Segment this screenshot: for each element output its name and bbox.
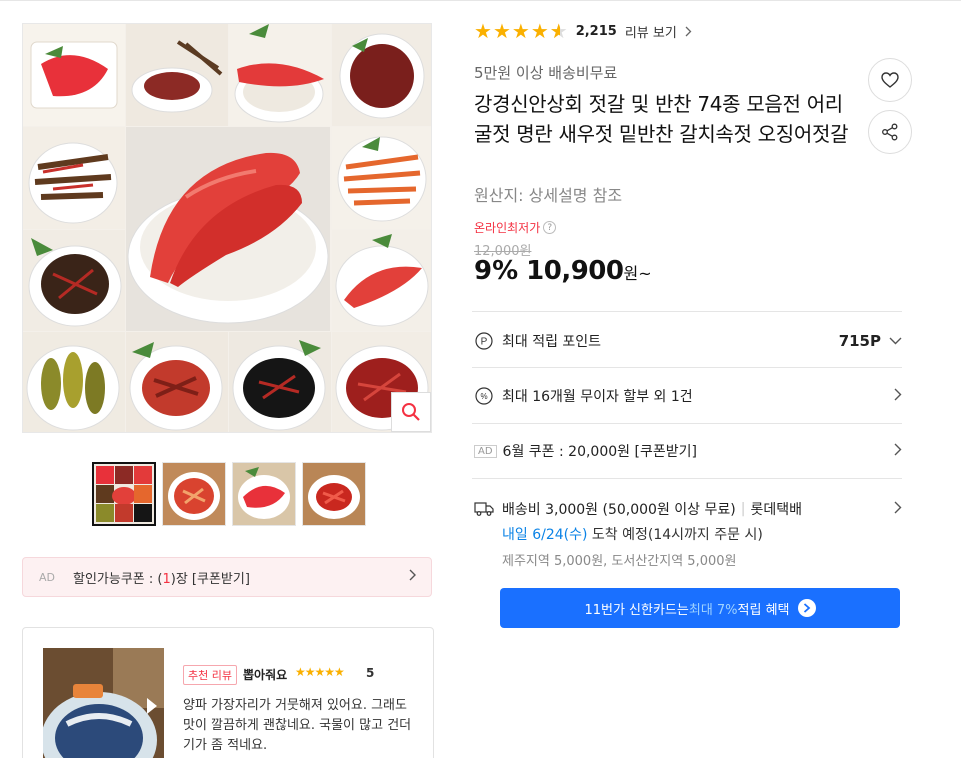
- svg-text:P: P: [481, 337, 488, 348]
- thumbnail-1[interactable]: [92, 462, 156, 526]
- chevron-right-icon: [894, 501, 902, 518]
- gallery-tile: [23, 127, 125, 229]
- divider: [472, 423, 902, 424]
- price-row: 9% 10,900 원~: [474, 256, 652, 286]
- review-count: 2,215: [575, 23, 617, 39]
- help-icon[interactable]: ?: [543, 221, 557, 234]
- chevron-right-icon: [409, 569, 417, 585]
- gallery-tile: [126, 332, 228, 432]
- ad-label: AD: [39, 570, 55, 584]
- gallery-tile: [126, 24, 228, 126]
- chevron-right-icon: [685, 22, 692, 41]
- product-image-gallery[interactable]: [22, 23, 432, 433]
- review-text: 양파 가장자리가 거뭇해져 있어요. 그래도 맛이 깔끔하게 괜찮네요. 국물이…: [183, 698, 412, 753]
- separator: |: [740, 501, 746, 517]
- max-points-label: 최대 적립 포인트: [502, 334, 602, 350]
- percent-icon: %: [474, 386, 494, 406]
- gallery-tile: [23, 24, 125, 126]
- june-coupon-row[interactable]: AD 6월 쿠폰 : 20,000원 [쿠폰받기]: [474, 440, 902, 462]
- arrival-date: 내일 6/24(수): [502, 527, 588, 543]
- star-icon: ★: [530, 19, 549, 43]
- coupon-count: 1: [162, 571, 171, 587]
- gallery-tile: [23, 332, 125, 432]
- shipping-fee-line: 배송비 3,000원 (50,000원 이상 무료) | 롯데택배: [474, 498, 902, 520]
- review-photo[interactable]: 2: [43, 648, 164, 758]
- zoom-button[interactable]: [391, 392, 431, 432]
- point-icon: P: [474, 331, 494, 351]
- online-lowest-price-label: 온라인최저가 ?: [474, 219, 557, 236]
- max-points-row[interactable]: P 최대 적립 포인트 715P: [474, 330, 902, 352]
- sale-price: 10,900: [526, 256, 624, 286]
- card-benefit-highlight: 최대 7%: [688, 602, 738, 618]
- installment-row[interactable]: % 최대 16개월 무이자 할부 외 1건: [474, 385, 902, 407]
- divider: [472, 367, 902, 368]
- gallery-main-image: [126, 127, 330, 331]
- divider: [472, 311, 902, 312]
- courier-name: 롯데택배: [750, 502, 802, 518]
- chevron-right-icon: [894, 443, 902, 460]
- chevron-down-icon: [889, 333, 902, 349]
- chevron-right-icon: [894, 388, 902, 405]
- product-origin: 원산지: 상세설명 참조: [474, 186, 623, 205]
- top-border: [0, 0, 961, 4]
- reviewer-name: 뽑아줘요: [243, 668, 288, 682]
- gallery-tile: [229, 24, 331, 126]
- arrow-right-icon: [797, 599, 816, 617]
- shipping-info[interactable]: 배송비 3,000원 (50,000원 이상 무료) | 롯데택배 내일 6/2…: [474, 498, 902, 569]
- star-icon: ★: [511, 19, 530, 43]
- like-button[interactable]: [868, 58, 912, 102]
- view-reviews-link[interactable]: 리뷰 보기: [625, 22, 677, 41]
- review-score: 5: [366, 666, 375, 680]
- recommended-review-badge: 추천 리뷰: [183, 665, 237, 685]
- thumbnail-4[interactable]: [302, 462, 366, 526]
- thumbnail-3[interactable]: [232, 462, 296, 526]
- shipping-fee: 배송비 3,000원 (50,000원 이상 무료): [502, 502, 736, 518]
- thumbnail-2[interactable]: [162, 462, 226, 526]
- star-icon: ★: [492, 19, 511, 43]
- zoom-icon: [402, 403, 420, 421]
- svg-text:%: %: [480, 392, 487, 401]
- share-button[interactable]: [868, 110, 912, 154]
- thumbnail-strip: [92, 462, 366, 526]
- gallery-tile: [332, 24, 431, 126]
- star-icon: ★: [474, 19, 492, 43]
- max-points-value: 715P: [838, 332, 881, 350]
- heart-icon: [881, 72, 899, 88]
- recommended-review-card[interactable]: 2 추천 리뷰 뽑아줘요 ★★★★★ 5 양파 가장자리가 거뭇해져 있어요. …: [22, 627, 434, 758]
- arrival-estimate: 내일 6/24(수) 도착 예정(14시까지 주문 시): [502, 527, 763, 543]
- installment-label: 최대 16개월 무이자 할부 외 1건: [502, 389, 693, 405]
- extra-shipping-fee: 제주지역 5,000원, 도서산간지역 5,000원: [502, 554, 737, 569]
- ad-tag: AD: [474, 444, 497, 458]
- review-star-rating: ★★★★★: [295, 665, 345, 679]
- gallery-tile: [332, 127, 431, 229]
- june-coupon-label: 6월 쿠폰 : 20,000원 [쿠폰받기]: [502, 444, 697, 460]
- gallery-tile: [23, 230, 125, 331]
- share-icon: [882, 123, 898, 141]
- half-star-icon: ★ ★: [549, 19, 568, 43]
- product-title: 강경신안상회 젓갈 및 반찬 74종 모음전 어리굴젓 명란 새우젓 밑반찬 갈…: [474, 92, 849, 146]
- star-rating: ★ ★ ★ ★ ★ ★: [474, 21, 568, 41]
- free-shipping-badge: 5만원 이상 배송비무료: [474, 64, 618, 82]
- discount-coupon-bar[interactable]: AD 할인가능쿠폰 : (1)장 [쿠폰받기]: [22, 557, 432, 597]
- shinhan-card-banner[interactable]: 11번가 신한카드는 최대 7% 적립 혜택: [500, 588, 900, 628]
- gallery-tile: [332, 230, 431, 331]
- coupon-bar-text: 할인가능쿠폰 : (1)장 [쿠폰받기]: [73, 571, 250, 587]
- price-unit: 원~: [623, 264, 652, 283]
- divider: [472, 478, 902, 479]
- truck-icon: [474, 501, 494, 517]
- discount-rate: 9%: [474, 256, 519, 286]
- rating-summary[interactable]: ★ ★ ★ ★ ★ ★ 2,215 리뷰 보기: [474, 20, 692, 42]
- gallery-tile: [229, 332, 331, 432]
